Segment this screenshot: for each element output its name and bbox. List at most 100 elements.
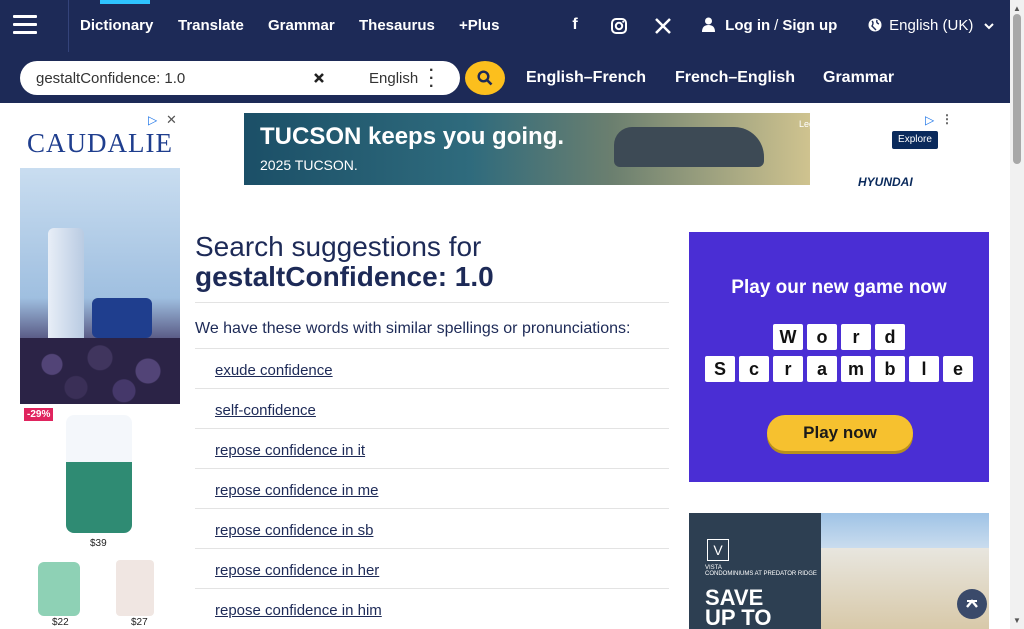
search-bar-row: English ··· English–French French–Englis… bbox=[0, 52, 1010, 103]
more-options-icon: · · · bbox=[429, 62, 435, 95]
dictionary-selector[interactable]: English · · · bbox=[333, 62, 451, 95]
english-french-link[interactable]: English–French bbox=[526, 69, 646, 87]
suggestion-link[interactable]: exude confidence bbox=[215, 362, 333, 379]
letter-tile: S bbox=[705, 356, 735, 382]
ad-menu-icon[interactable]: ⋮ bbox=[941, 112, 953, 126]
list-item: repose confidence in him bbox=[195, 588, 669, 628]
ad-grapes bbox=[20, 338, 180, 404]
login-link[interactable]: Log in bbox=[725, 17, 770, 34]
language-selector[interactable]: English (UK) bbox=[868, 17, 994, 34]
scroll-down-arrow[interactable]: ▼ bbox=[1013, 616, 1021, 625]
suggestion-link[interactable]: repose confidence in sb bbox=[215, 522, 373, 539]
main-content: Search suggestions for gestaltConfidence… bbox=[195, 215, 669, 628]
chevron-down-icon bbox=[978, 17, 994, 34]
page-title: Search suggestions for gestaltConfidence… bbox=[195, 232, 669, 292]
left-sidebar-ad[interactable]: ▷ ✕ CAUDALIE -29% $39 $22 $27 bbox=[20, 111, 180, 629]
french-english-link[interactable]: French–English bbox=[675, 69, 795, 87]
search-input[interactable] bbox=[36, 68, 306, 88]
letter-tile: W bbox=[773, 324, 803, 350]
letter-tile: o bbox=[807, 324, 837, 350]
suggestions-list: exude confidence self-confidence repose … bbox=[195, 348, 669, 628]
language-label: English (UK) bbox=[889, 17, 974, 34]
letter-tile: b bbox=[875, 356, 905, 382]
suggestion-link[interactable]: repose confidence in him bbox=[215, 602, 382, 619]
facebook-icon[interactable]: f bbox=[565, 16, 585, 36]
game-ad-headline: Play our new game now bbox=[731, 277, 947, 298]
nav-translate[interactable]: Translate bbox=[178, 17, 244, 34]
instagram-icon[interactable] bbox=[609, 16, 629, 36]
condo-ad[interactable]: V VISTA CONDOMINIUMS AT PREDATOR RIDGE SA… bbox=[689, 513, 989, 629]
chevron-up-icon bbox=[966, 599, 978, 608]
ad-brand-logo: HYUNDAI bbox=[858, 175, 913, 189]
suggestion-link[interactable]: repose confidence in her bbox=[215, 562, 379, 579]
ad-product-1[interactable] bbox=[66, 415, 132, 533]
auth-links: Log in / Sign up bbox=[702, 17, 837, 34]
close-ad-icon[interactable]: ✕ bbox=[166, 112, 177, 128]
suggestion-link[interactable]: repose confidence in it bbox=[215, 442, 365, 459]
menu-icon[interactable] bbox=[13, 15, 37, 35]
letter-tile: m bbox=[841, 356, 871, 382]
grammar-link[interactable]: Grammar bbox=[823, 69, 894, 87]
ad-product-3[interactable] bbox=[116, 560, 154, 616]
user-icon bbox=[702, 17, 725, 34]
list-item: self-confidence bbox=[195, 388, 669, 428]
ad-headline: SAVE UP TO bbox=[705, 585, 772, 629]
list-item: exude confidence bbox=[195, 348, 669, 388]
ad-bottle bbox=[48, 228, 84, 348]
list-item: repose confidence in it bbox=[195, 428, 669, 468]
ad-legal[interactable]: Legal bbox=[799, 119, 821, 129]
letter-tile: e bbox=[943, 356, 973, 382]
ad-price-3: $27 bbox=[131, 617, 148, 628]
ad-product-photo bbox=[20, 168, 180, 404]
search-button[interactable] bbox=[465, 61, 505, 95]
tiles-row-scramble: Scramble bbox=[689, 356, 989, 382]
auth-separator: / bbox=[774, 17, 779, 34]
scroll-to-top-button[interactable] bbox=[957, 589, 987, 619]
scrollbar-thumb[interactable] bbox=[1013, 14, 1021, 164]
top-banner-ad[interactable]: TUCSON keeps you going. 2025 TUCSON. Leg… bbox=[228, 111, 956, 201]
dictionary-label: English bbox=[369, 70, 419, 87]
ad-jar bbox=[92, 298, 152, 338]
letter-tile: r bbox=[841, 324, 871, 350]
adchoices-icon[interactable]: ▷ bbox=[925, 113, 934, 127]
vista-logo-icon: V bbox=[707, 539, 729, 561]
list-item: repose confidence in sb bbox=[195, 508, 669, 548]
nav-plus[interactable]: +Plus bbox=[459, 17, 499, 34]
tiles-row-word: Word bbox=[689, 324, 989, 350]
page-scrollbar[interactable]: ▲ ▼ bbox=[1010, 0, 1024, 629]
letter-tile: d bbox=[875, 324, 905, 350]
nav-thesaurus[interactable]: Thesaurus bbox=[359, 17, 435, 34]
letter-tile: l bbox=[909, 356, 939, 382]
ad-headline: TUCSON keeps you going. bbox=[260, 123, 565, 150]
list-item: repose confidence in me bbox=[195, 468, 669, 508]
list-item: repose confidence in her bbox=[195, 548, 669, 588]
signup-link[interactable]: Sign up bbox=[782, 17, 837, 34]
suggestion-link[interactable]: self-confidence bbox=[215, 402, 316, 419]
globe-icon bbox=[868, 17, 889, 34]
ad-banner-image: TUCSON keeps you going. 2025 TUCSON. Leg… bbox=[244, 113, 821, 185]
divider bbox=[195, 302, 669, 303]
ad-price-2: $22 bbox=[52, 617, 69, 628]
scroll-up-arrow[interactable]: ▲ bbox=[1013, 4, 1021, 13]
discount-badge: -29% bbox=[24, 408, 54, 421]
suggestions-intro: We have these words with similar spellin… bbox=[195, 320, 631, 337]
explore-button[interactable]: Explore bbox=[892, 131, 938, 149]
adchoices-icon[interactable]: ▷ bbox=[148, 113, 157, 127]
word-scramble-ad[interactable]: Play our new game now Word Scramble Play… bbox=[689, 232, 989, 482]
clear-search-button[interactable] bbox=[307, 66, 331, 90]
search-query: gestaltConfidence: 1.0 bbox=[195, 261, 494, 292]
x-icon[interactable] bbox=[653, 16, 673, 36]
nav-divider bbox=[68, 0, 69, 52]
active-tab-indicator bbox=[100, 0, 150, 4]
nav-dictionary[interactable]: Dictionary bbox=[80, 17, 153, 34]
suggestion-link[interactable]: repose confidence in me bbox=[215, 482, 378, 499]
play-now-button[interactable]: Play now bbox=[767, 415, 913, 451]
ad-brand: VISTA CONDOMINIUMS AT PREDATOR RIDGE bbox=[705, 565, 817, 577]
car-image bbox=[614, 127, 764, 167]
nav-grammar[interactable]: Grammar bbox=[268, 17, 335, 34]
search-box: English ··· bbox=[20, 61, 460, 95]
letter-tile: a bbox=[807, 356, 837, 382]
top-nav: Dictionary Translate Grammar Thesaurus +… bbox=[0, 0, 1010, 52]
search-icon bbox=[477, 70, 493, 86]
ad-product-2[interactable] bbox=[38, 562, 80, 616]
